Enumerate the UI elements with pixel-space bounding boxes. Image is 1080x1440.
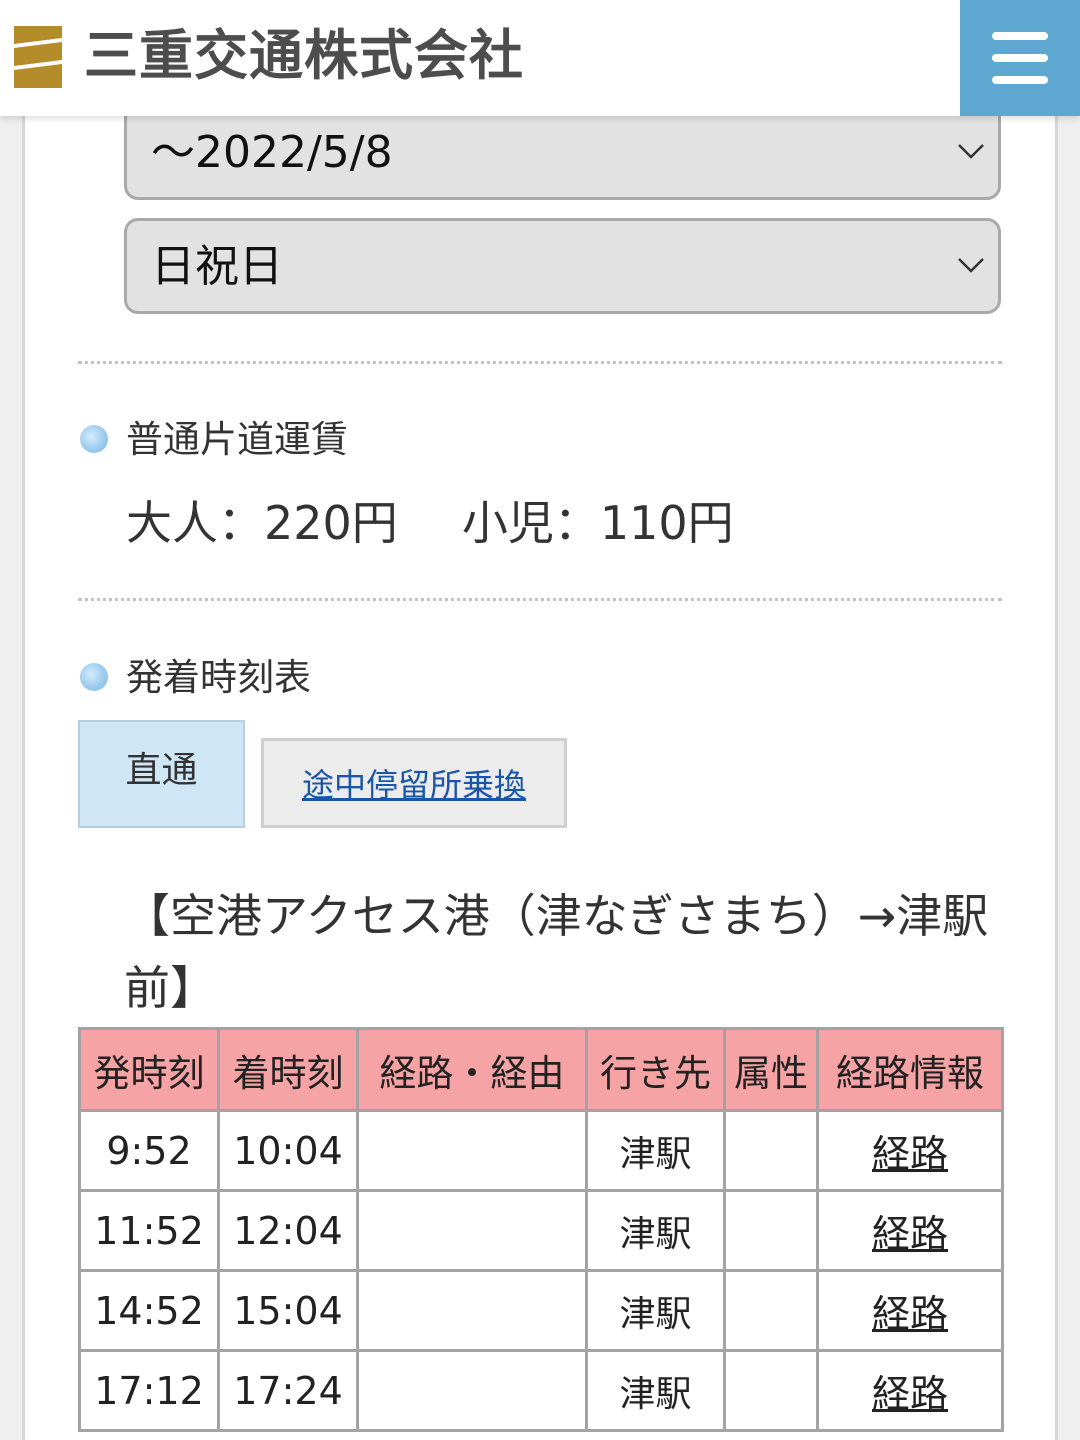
route-cell: 経路	[816, 1349, 1004, 1432]
depart-time: 17:12	[78, 1349, 220, 1432]
route-info-link[interactable]: 経路	[872, 1212, 948, 1256]
timetable: 発時刻 着時刻 経路・経由 行き先 属性 経路情報 9:52 10:04 津駅 …	[78, 1027, 1004, 1432]
route-info-link[interactable]: 経路	[872, 1292, 948, 1336]
attribute	[723, 1269, 819, 1352]
attribute	[723, 1109, 819, 1192]
arrive-time: 10:04	[217, 1109, 359, 1192]
column-header: 着時刻	[217, 1027, 359, 1112]
route-info-link[interactable]: 経路	[872, 1132, 948, 1176]
depart-time: 11:52	[78, 1189, 220, 1272]
menu-icon	[992, 32, 1048, 40]
arrive-time: 17:24	[217, 1349, 359, 1432]
timetable-section-title: 発着時刻表	[126, 656, 311, 699]
route-title: 【空港アクセス港（津なぎさまち）→津駅前】	[124, 889, 989, 1015]
adult-fare: 大人：220円	[126, 496, 398, 550]
route-cell: 経路	[816, 1189, 1004, 1272]
destination: 津駅	[585, 1189, 726, 1272]
attribute	[723, 1189, 819, 1272]
table-row: 11:52 12:04 津駅 経路	[78, 1189, 1004, 1272]
table-row: 9:52 10:04 津駅 経路	[78, 1109, 1004, 1192]
column-header: 発時刻	[78, 1027, 220, 1112]
table-row: 14:52 15:04 津駅 経路	[78, 1269, 1004, 1352]
depart-time: 9:52	[78, 1109, 220, 1192]
fare-line: 大人：220円 小児：110円	[126, 494, 734, 552]
bullet-icon	[80, 663, 108, 691]
fare-section-title: 普通片道運賃	[126, 418, 348, 461]
day-type-select[interactable]: 日祝日	[124, 218, 1001, 314]
column-header: 行き先	[585, 1027, 726, 1112]
hamburger-menu-button[interactable]	[960, 0, 1080, 116]
table-header-row: 発時刻 着時刻 経路・経由 行き先 属性 経路情報	[78, 1027, 1004, 1112]
bullet-icon	[80, 425, 108, 453]
attribute	[723, 1349, 819, 1432]
table-row: 17:12 17:24 津駅 経路	[78, 1349, 1004, 1432]
route-info-link[interactable]: 経路	[872, 1372, 948, 1416]
tab-transfer-link[interactable]: 途中停留所乗換	[261, 738, 567, 828]
route-cell: 経路	[816, 1109, 1004, 1192]
via	[356, 1349, 588, 1432]
arrive-time: 12:04	[217, 1189, 359, 1272]
company-logo-icon	[14, 26, 62, 88]
date-range-value: 〜2022/5/8	[151, 127, 393, 178]
menu-icon-bar	[992, 54, 1048, 62]
divider	[78, 598, 1002, 601]
destination: 津駅	[585, 1349, 726, 1432]
menu-icon-bar	[992, 76, 1048, 84]
destination: 津駅	[585, 1109, 726, 1192]
route-cell: 経路	[816, 1269, 1004, 1352]
site-header: 三重交通株式会社	[0, 0, 1080, 116]
arrive-time: 15:04	[217, 1269, 359, 1352]
chevron-down-icon	[958, 144, 984, 159]
column-header: 属性	[723, 1027, 819, 1112]
destination: 津駅	[585, 1269, 726, 1352]
day-type-value: 日祝日	[151, 241, 283, 292]
via	[356, 1109, 588, 1192]
child-fare: 小児：110円	[461, 496, 734, 550]
divider	[78, 361, 1002, 364]
via	[356, 1189, 588, 1272]
date-range-select[interactable]: 〜2022/5/8	[124, 104, 1001, 200]
depart-time: 14:52	[78, 1269, 220, 1352]
tab-direct[interactable]: 直通	[78, 720, 245, 828]
company-name[interactable]: 三重交通株式会社	[84, 22, 524, 90]
via	[356, 1269, 588, 1352]
column-header: 経路・経由	[356, 1027, 588, 1112]
chevron-down-icon	[958, 258, 984, 273]
column-header: 経路情報	[816, 1027, 1004, 1112]
